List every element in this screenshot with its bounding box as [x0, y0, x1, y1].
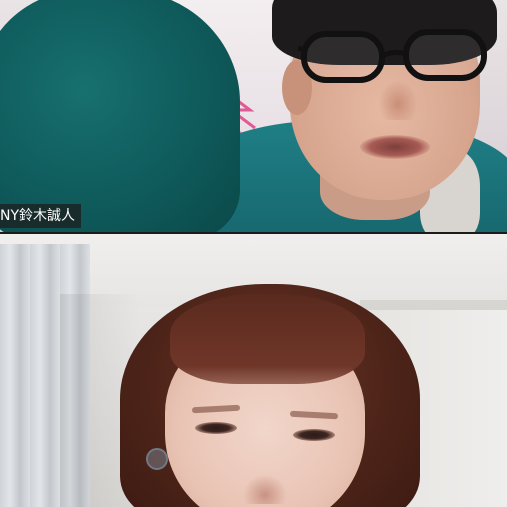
participant-name-tag: NY鈴木誠人 — [0, 204, 82, 228]
participant-video-tile-top[interactable]: NY鈴木誠人 — [0, 0, 507, 232]
eye-right — [293, 429, 335, 441]
nose — [243, 474, 287, 504]
hair-bangs — [170, 294, 365, 384]
raised-arm-hoodie — [0, 0, 240, 232]
earring — [146, 448, 168, 470]
mouth — [360, 135, 430, 159]
video-call-window: NY鈴木誠人 — [0, 0, 507, 507]
nose — [378, 80, 418, 120]
eye-left — [195, 422, 237, 434]
cabinet-top-edge — [360, 300, 507, 310]
participant-video-tile-bottom[interactable] — [0, 234, 507, 507]
